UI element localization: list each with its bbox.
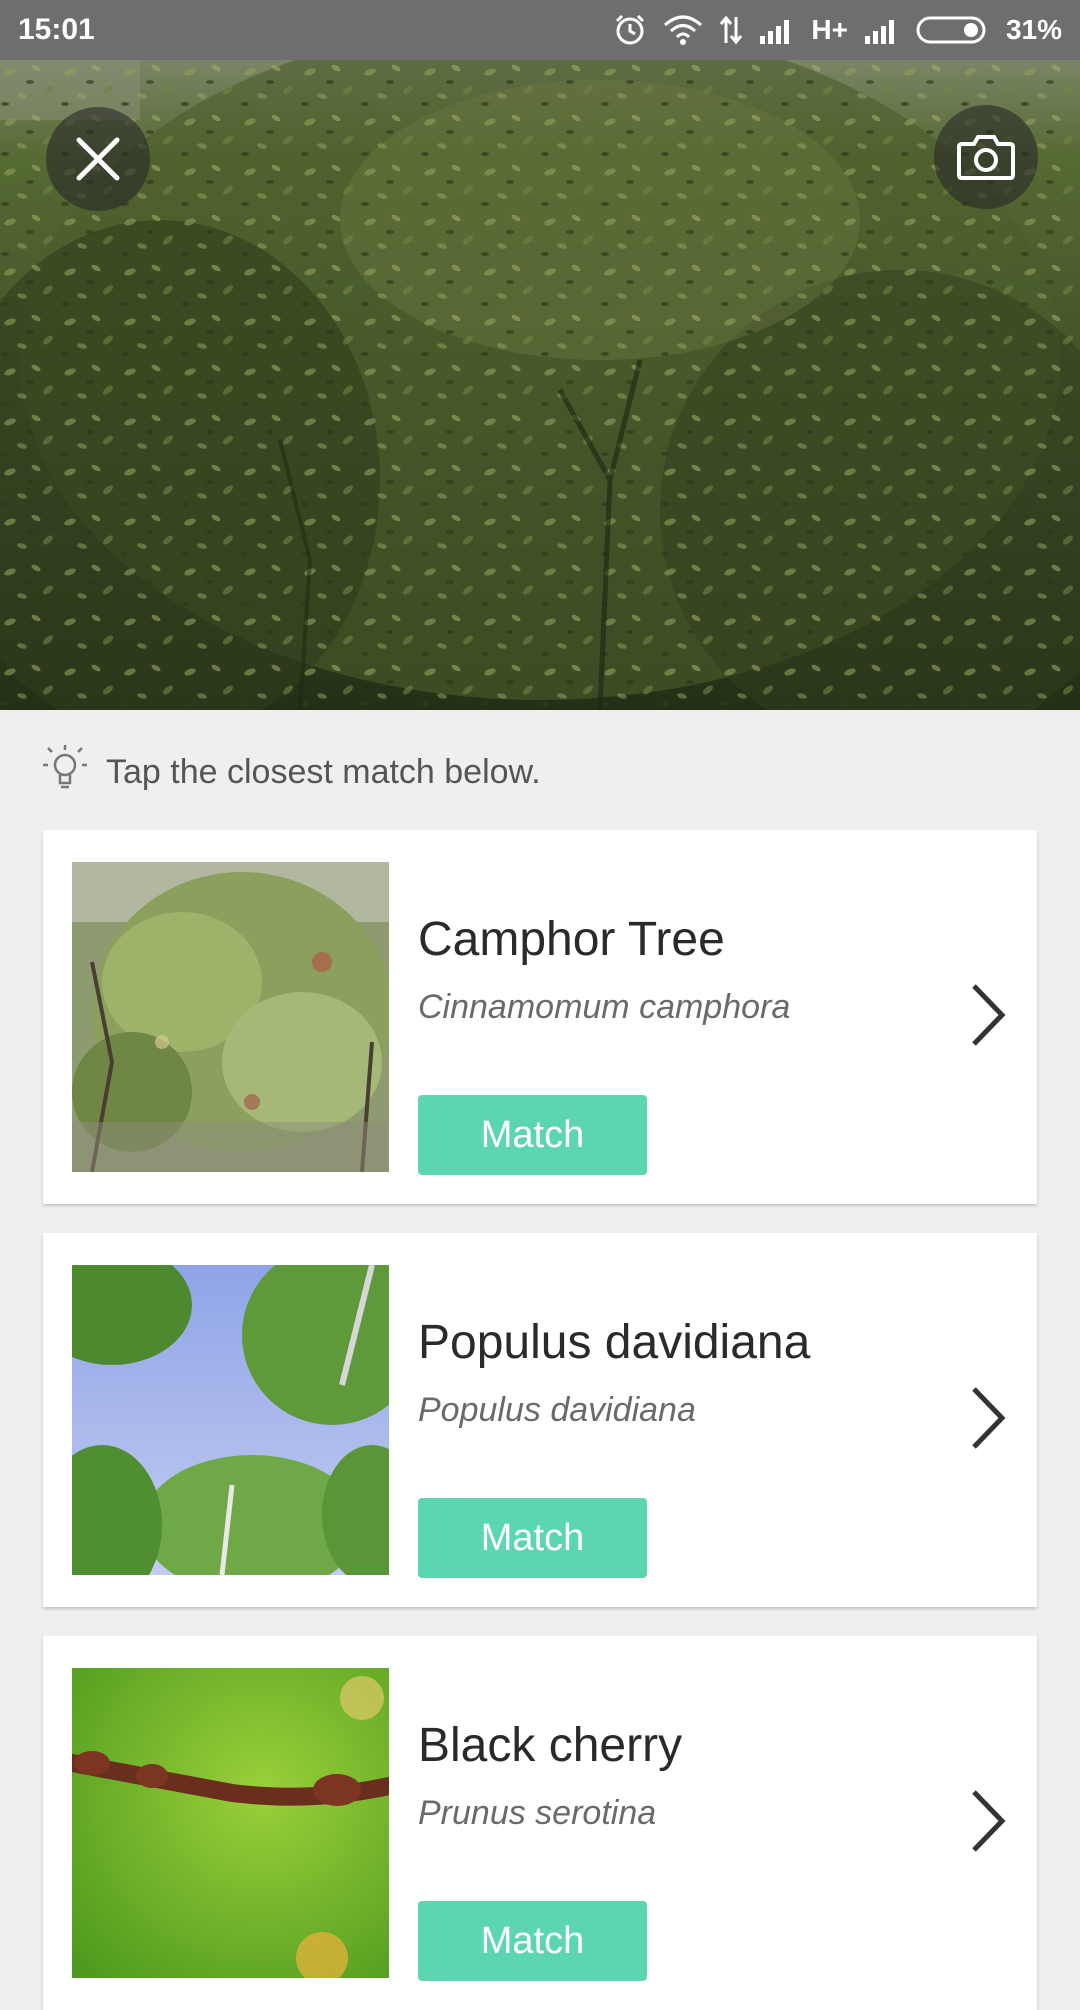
camera-icon — [957, 135, 1015, 180]
status-bar: 15:01 H+ 31% — [0, 0, 1080, 60]
battery-percent: 31% — [1005, 14, 1062, 45]
result-card[interactable]: Black cherry Prunus serotina Match — [43, 1636, 1037, 2010]
chevron-right-icon[interactable] — [968, 980, 1008, 1050]
match-button[interactable]: Match — [418, 1498, 647, 1578]
wifi-icon — [663, 15, 703, 45]
result-scientific-name: Populus davidiana — [418, 1391, 696, 1429]
match-button[interactable]: Match — [418, 1095, 647, 1175]
chevron-right-icon[interactable] — [968, 1786, 1008, 1856]
result-name: Populus davidiana — [418, 1316, 811, 1369]
close-button[interactable] — [46, 107, 150, 211]
result-thumbnail — [72, 1668, 389, 1978]
status-icons: H+ 31% — [613, 13, 1062, 47]
lightbulb-icon — [42, 743, 88, 802]
result-name: Black cherry — [418, 1719, 683, 1772]
status-time: 15:01 — [18, 13, 95, 46]
data-arrows-icon — [719, 15, 743, 45]
captured-photo — [0, 60, 1080, 710]
signal-icon — [864, 16, 900, 44]
hint-text: Tap the closest match below. — [106, 752, 541, 791]
result-scientific-name: Prunus serotina — [418, 1794, 657, 1832]
hint-row: Tap the closest match below. — [42, 740, 541, 804]
chevron-right-icon[interactable] — [968, 1383, 1008, 1453]
result-name: Camphor Tree — [418, 913, 725, 966]
result-thumbnail — [72, 1265, 389, 1575]
battery-icon — [916, 15, 990, 45]
result-scientific-name: Cinnamomum camphora — [418, 988, 791, 1026]
result-card[interactable]: Populus davidiana Populus davidiana Matc… — [43, 1233, 1037, 1607]
signal-icon — [759, 16, 795, 44]
match-button[interactable]: Match — [418, 1901, 647, 1981]
camera-button[interactable] — [934, 105, 1038, 209]
result-card[interactable]: Camphor Tree Cinnamomum camphora Match — [43, 830, 1037, 1204]
result-thumbnail — [72, 862, 389, 1172]
network-type: H+ — [811, 14, 848, 45]
close-icon — [76, 137, 120, 181]
alarm-icon — [613, 13, 647, 47]
